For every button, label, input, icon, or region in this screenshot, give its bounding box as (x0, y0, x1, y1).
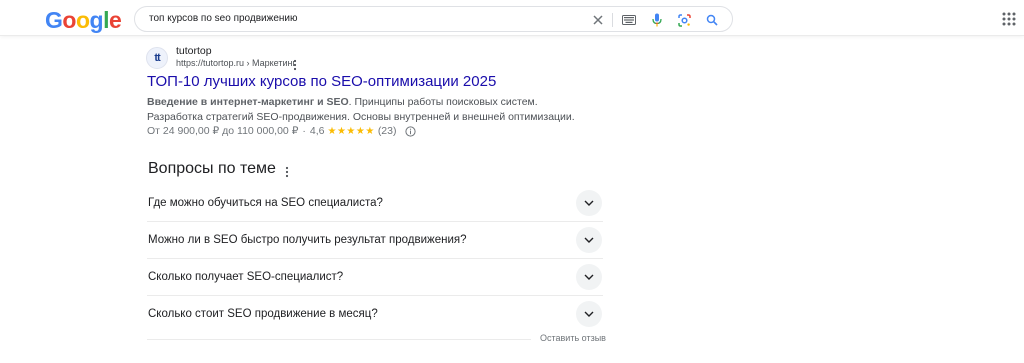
paa-question-text: Можно ли в SEO быстро получить результат… (148, 234, 467, 246)
logo-letter: G (45, 7, 63, 33)
feedback-link[interactable]: Оставить отзыв (540, 333, 606, 343)
logo-letter: e (108, 7, 122, 33)
chevron-down-icon[interactable] (576, 301, 602, 327)
chevron-down-icon[interactable] (576, 190, 602, 216)
paa-question-text: Сколько стоит SEO продвижение в месяц? (148, 308, 378, 320)
apps-icon[interactable] (1002, 12, 1016, 26)
search-box[interactable]: топ курсов по seo продвижению (134, 6, 733, 32)
meta-separator: · (302, 125, 306, 137)
header: Google топ курсов по seo продвижению (0, 0, 1024, 36)
paa-question-text: Где можно обучиться на SEO специалиста? (148, 197, 383, 209)
microphone-icon[interactable] (649, 12, 665, 28)
logo-letter: g (89, 7, 104, 33)
site-url[interactable]: https://tutortop.ru › Маркетинг (176, 58, 296, 68)
result-title-link[interactable]: ТОП-10 лучших курсов по SEO-оптимизации … (147, 73, 496, 90)
rating-stars: ★★★★★ (327, 125, 375, 137)
paa-question[interactable]: Сколько получает SEO-специалист? (147, 259, 603, 296)
paa-question[interactable]: Можно ли в SEO быстро получить результат… (147, 222, 603, 259)
rating-count: (23) (377, 125, 397, 137)
search-icon[interactable] (704, 12, 720, 28)
site-favicon[interactable]: tt (146, 47, 168, 69)
chevron-down-icon[interactable] (576, 227, 602, 253)
paa-heading: Вопросы по теме (148, 160, 276, 177)
clear-icon[interactable] (590, 12, 606, 28)
lens-icon[interactable] (676, 12, 692, 28)
search-input[interactable]: топ курсов по seo продвижению (149, 13, 298, 24)
rating-value: 4,6 (309, 125, 325, 137)
result-meta: От 24 900,00 ₽ до 110 000,00 ₽ · 4,6 ★★★… (147, 125, 416, 137)
result-snippet: Введение в интернет-маркетинг и SEO. При… (147, 95, 587, 125)
paa-more-options-icon[interactable] (284, 165, 290, 178)
google-logo[interactable]: Google (45, 7, 122, 33)
paa-question-text: Сколько получает SEO-специалист? (148, 271, 344, 283)
snippet-highlight: Введение в интернет-маркетинг и SEO (147, 96, 349, 108)
paa-question[interactable]: Где можно обучиться на SEO специалиста? (147, 185, 603, 222)
site-name[interactable]: tutortop (176, 45, 212, 57)
more-options-icon[interactable] (292, 58, 298, 71)
divider (147, 339, 531, 340)
divider (612, 13, 613, 27)
info-icon[interactable] (404, 125, 416, 137)
keyboard-icon[interactable] (621, 12, 637, 28)
chevron-down-icon[interactable] (576, 264, 602, 290)
logo-letter: o (62, 7, 76, 33)
paa-question[interactable]: Сколько стоит SEO продвижение в месяц? (147, 296, 603, 333)
price-range: От 24 900,00 ₽ до 110 000,00 ₽ (147, 125, 299, 137)
logo-letter: o (75, 7, 90, 33)
